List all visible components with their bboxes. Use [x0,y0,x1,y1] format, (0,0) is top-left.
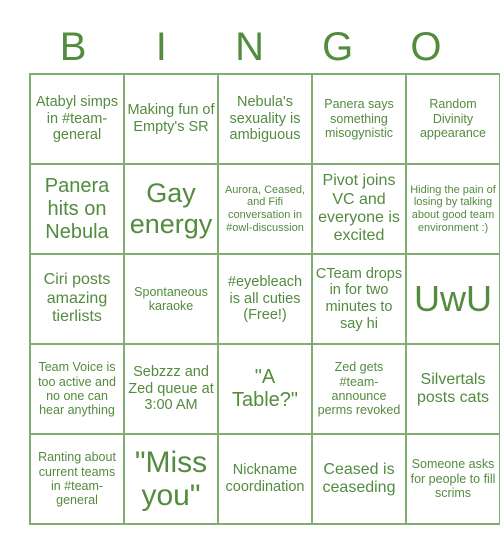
bingo-cell[interactable]: UwU [405,253,500,345]
header-letter-n: N [235,25,264,69]
bingo-cell[interactable]: Aurora, Ceased, and Fifi conversation in… [217,163,313,255]
bingo-header: B I N G O [29,22,470,72]
bingo-board: Atabyl simps in #team-general Making fun… [29,73,500,525]
bingo-cell[interactable]: Ranting about current teams in #team-gen… [29,433,125,525]
bingo-cell[interactable]: CTeam drops in for two minutes to say hi [311,253,407,345]
bingo-cell[interactable]: Pivot joins VC and everyone is excited [311,163,407,255]
board-row: Team Voice is too active and no one can … [29,343,500,435]
bingo-cell[interactable]: Silvertals posts cats [405,343,500,435]
bingo-cell[interactable]: Someone asks for people to fill scrims [405,433,500,525]
bingo-cell[interactable]: "A Table?" [217,343,313,435]
bingo-cell[interactable]: Nickname coordination [217,433,313,525]
bingo-cell[interactable]: Random Divinity appearance [405,73,500,165]
bingo-cell[interactable]: Gay energy [123,163,219,255]
bingo-cell[interactable]: Ceased is ceaseding [311,433,407,525]
bingo-cell[interactable]: Ciri posts amazing tierlists [29,253,125,345]
bingo-cell[interactable]: Hiding the pain of losing by talking abo… [405,163,500,255]
header-letter-i: I [155,25,167,69]
bingo-cell[interactable]: Sebzzz and Zed queue at 3:00 AM [123,343,219,435]
bingo-cell[interactable]: Atabyl simps in #team-general [29,73,125,165]
board-row: Ciri posts amazing tierlists Spontaneous… [29,253,500,345]
bingo-cell[interactable]: Nebula's sexuality is ambiguous [217,73,313,165]
bingo-cell[interactable]: Zed gets #team-announce perms revoked [311,343,407,435]
bingo-cell[interactable]: Team Voice is too active and no one can … [29,343,125,435]
bingo-cell[interactable]: Panera hits on Nebula [29,163,125,255]
bingo-cell[interactable]: "Miss you" [123,433,219,525]
bingo-cell[interactable]: #eyebleach is all cuties (Free!) [217,253,313,345]
bingo-cell[interactable]: Spontaneous karaoke [123,253,219,345]
board-row: Ranting about current teams in #team-gen… [29,433,500,525]
board-row: Atabyl simps in #team-general Making fun… [29,73,500,165]
bingo-cell[interactable]: Panera says something misogynistic [311,73,407,165]
bingo-cell[interactable]: Making fun of Empty's SR [123,73,219,165]
header-letter-g: G [322,25,354,69]
header-letter-o: O [410,25,442,69]
board-row: Panera hits on Nebula Gay energy Aurora,… [29,163,500,255]
header-letter-b: B [59,25,87,69]
